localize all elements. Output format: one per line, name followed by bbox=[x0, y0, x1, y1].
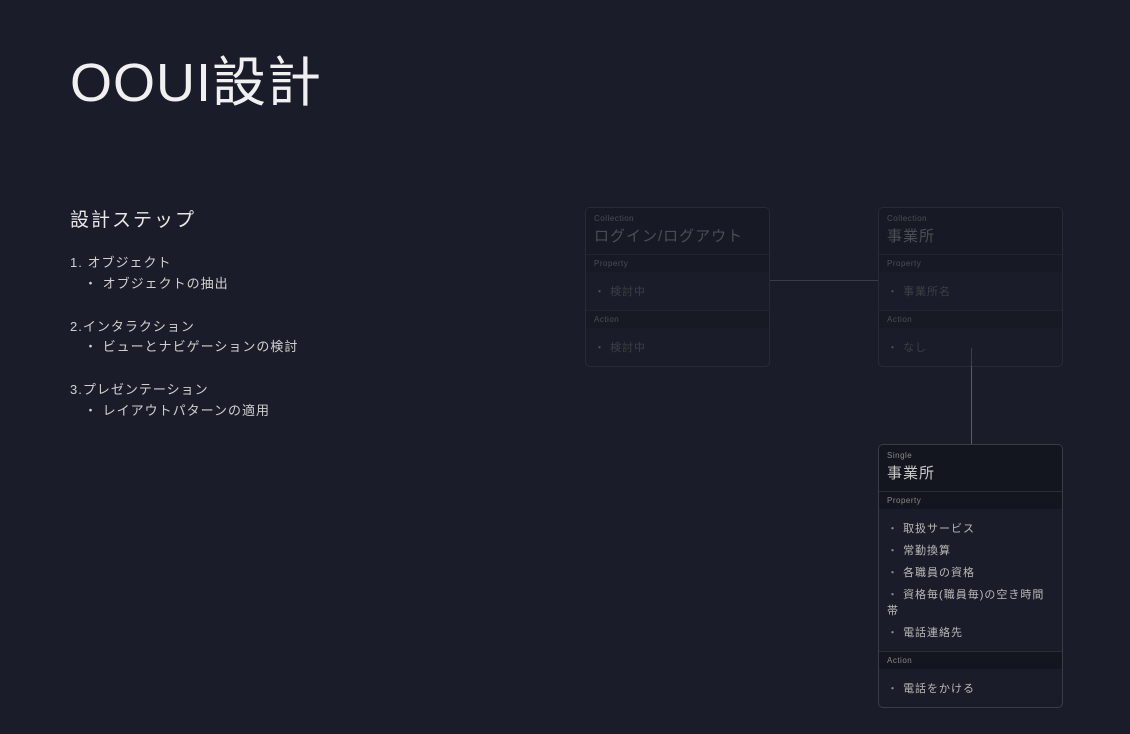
card-type-label: Single bbox=[887, 451, 1054, 460]
steps-list: 1. オブジェクト ・ オブジェクトの抽出 2.インタラクション ・ ビューとナ… bbox=[70, 253, 298, 444]
card-action-body: 検討中 bbox=[586, 328, 769, 366]
card-property-body: 事業所名 bbox=[879, 272, 1062, 310]
card-section-label: Property bbox=[594, 259, 761, 268]
page-title: OOUI設計 bbox=[70, 38, 322, 117]
step-sub: ・ ビューとナビゲーションの検討 bbox=[70, 337, 298, 358]
card-action-item: 検討中 bbox=[594, 336, 761, 358]
card-section-label: Action bbox=[594, 315, 761, 324]
card-property-item: 取扱サービス bbox=[887, 517, 1054, 539]
step-label: 1. オブジェクト bbox=[70, 253, 298, 274]
section-heading: 設計ステップ bbox=[70, 205, 196, 232]
card-section-label: Property bbox=[887, 259, 1054, 268]
card-property-item: 事業所名 bbox=[887, 280, 1054, 302]
step-label: 3.プレゼンテーション bbox=[70, 380, 298, 401]
card-header: Single 事業所 bbox=[879, 445, 1062, 491]
connector-line bbox=[770, 280, 878, 281]
card-property-header: Property bbox=[879, 254, 1062, 272]
card-section-label: Action bbox=[887, 315, 1054, 324]
step-sub: ・ レイアウトパターンの適用 bbox=[70, 401, 298, 422]
step-sub: ・ オブジェクトの抽出 bbox=[70, 274, 298, 295]
card-property-item: 検討中 bbox=[594, 280, 761, 302]
step-label: 2.インタラクション bbox=[70, 317, 298, 338]
card-property-body: 取扱サービス 常勤換算 各職員の資格 資格毎(職員毎)の空き時間帯 電話連絡先 bbox=[879, 509, 1062, 651]
card-property-body: 検討中 bbox=[586, 272, 769, 310]
card-header: Collection ログイン/ログアウト bbox=[586, 208, 769, 254]
card-property-item: 電話連絡先 bbox=[887, 621, 1054, 643]
card-property-header: Property bbox=[586, 254, 769, 272]
card-type-label: Collection bbox=[594, 214, 761, 223]
card-action-header: Action bbox=[879, 310, 1062, 328]
card-property-header: Property bbox=[879, 491, 1062, 509]
card-action-body: 電話をかける bbox=[879, 669, 1062, 707]
card-action-header: Action bbox=[879, 651, 1062, 669]
card-property-item: 各職員の資格 bbox=[887, 561, 1054, 583]
card-title: ログイン/ログアウト bbox=[594, 225, 761, 246]
card-action-item: 電話をかける bbox=[887, 677, 1054, 699]
card-action-item: なし bbox=[887, 336, 1054, 358]
card-title: 事業所 bbox=[887, 462, 1054, 483]
card-login: Collection ログイン/ログアウト Property 検討中 Actio… bbox=[585, 207, 770, 367]
step-item: 1. オブジェクト ・ オブジェクトの抽出 bbox=[70, 253, 298, 295]
step-item: 3.プレゼンテーション ・ レイアウトパターンの適用 bbox=[70, 380, 298, 422]
step-item: 2.インタラクション ・ ビューとナビゲーションの検討 bbox=[70, 317, 298, 359]
card-type-label: Collection bbox=[887, 214, 1054, 223]
card-header: Collection 事業所 bbox=[879, 208, 1062, 254]
card-section-label: Action bbox=[887, 656, 1054, 665]
card-section-label: Property bbox=[887, 496, 1054, 505]
card-title: 事業所 bbox=[887, 225, 1054, 246]
card-action-header: Action bbox=[586, 310, 769, 328]
card-property-item: 常勤換算 bbox=[887, 539, 1054, 561]
card-action-body: なし bbox=[879, 328, 1062, 366]
card-property-item: 資格毎(職員毎)の空き時間帯 bbox=[887, 583, 1054, 621]
card-office-collection: Collection 事業所 Property 事業所名 Action なし bbox=[878, 207, 1063, 367]
card-office-single: Single 事業所 Property 取扱サービス 常勤換算 各職員の資格 資… bbox=[878, 444, 1063, 708]
